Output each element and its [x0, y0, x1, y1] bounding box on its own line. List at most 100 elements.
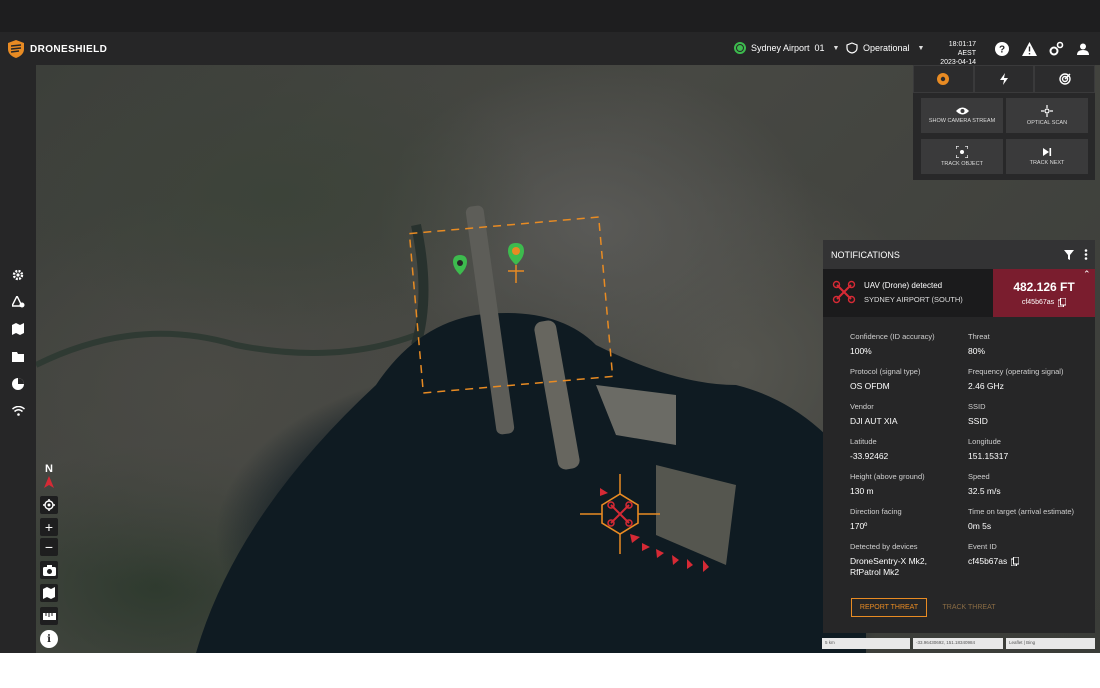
zoom-in-icon[interactable]: + [40, 518, 58, 536]
field-value: OS OFDM [850, 381, 890, 391]
field-vendor: Vendor DJI AUT XIA [850, 402, 898, 427]
brand-name: DRONESHIELD [30, 43, 108, 55]
track-next-button[interactable]: Track Next [1006, 139, 1088, 174]
copy-icon[interactable] [1011, 557, 1020, 566]
alert-id: cf45b67as [1021, 297, 1067, 307]
field-value: cf45b67as [968, 556, 1008, 566]
field-value: 100% [850, 346, 872, 356]
app-header: DRONESHIELD Sydney Airport 01 ▼ Operatio… [0, 32, 1100, 67]
notifications-panel: NOTIFICATIONS UAV (Drone) detected SYDNE… [823, 240, 1095, 633]
site-number: 01 [814, 43, 825, 53]
field-event-id: Event ID cf45b67as [968, 542, 1020, 567]
field-value: 151.15317 [968, 451, 1009, 461]
mode-selector[interactable]: Operational ▼ [846, 42, 924, 54]
chevron-down-icon: ▼ [832, 44, 840, 52]
field-confidence: Confidence (ID accuracy) 100% [850, 332, 935, 357]
altitude-badge: 482.126 FT cf45b67as [993, 269, 1095, 317]
field-ssid: SSID SSID [968, 402, 988, 427]
aperture-icon [937, 73, 950, 85]
track-object-label: Track Object [941, 161, 983, 167]
settings-icon[interactable] [1048, 41, 1064, 57]
field-value: 32.5 m/s [968, 486, 1001, 496]
field-value: DroneSentry-X Mk2, RfPatrol Mk2 [850, 556, 927, 577]
collapse-chevron-icon[interactable]: ⌃ [1083, 269, 1091, 280]
brand-logo[interactable]: DRONESHIELD [8, 40, 107, 58]
site-name: Sydney Airport [751, 43, 810, 53]
camera-icon[interactable] [40, 561, 58, 579]
alert-id-text: cf45b67as [1021, 298, 1055, 306]
notifications-header: NOTIFICATIONS [823, 240, 1095, 269]
field-longitude: Longitude 151.15317 [968, 437, 1008, 462]
radar-icon [1058, 73, 1071, 85]
field-label: Frequency (operating signal) [968, 367, 1064, 376]
map-icon[interactable] [10, 321, 26, 337]
alert-title: UAV (Drone) detected [864, 281, 943, 290]
notifications-title: NOTIFICATIONS [831, 249, 900, 260]
clock: 18:01:17 AEST 2023-04-14 [930, 40, 976, 67]
report-threat-button[interactable]: REPORT THREAT [851, 598, 927, 617]
user-icon[interactable] [1075, 41, 1091, 57]
map-attribution[interactable]: Leaflet | Bing [1006, 638, 1095, 649]
field-label: Event ID [968, 542, 997, 551]
bolt-tab[interactable] [973, 65, 1035, 93]
show-camera-stream-button[interactable]: Show Camera Stream [921, 98, 1003, 133]
window-top-strip [0, 0, 1100, 32]
help-icon[interactable]: ? [994, 41, 1010, 57]
scan-icon [1041, 105, 1053, 117]
radar-tab[interactable] [1034, 65, 1096, 93]
field-value: 2.46 GHz [968, 381, 1004, 391]
show-camera-stream-label: Show Camera Stream [928, 118, 996, 124]
site-selector[interactable]: Sydney Airport 01 ▼ [734, 42, 839, 54]
north-arrow-icon [44, 476, 54, 488]
warning-icon[interactable] [1021, 41, 1037, 57]
ruler-icon[interactable] [40, 607, 58, 625]
field-label: Detected by devices [850, 542, 918, 551]
info-icon[interactable]: i [40, 630, 58, 648]
field-speed: Speed 32.5 m/s [968, 472, 1001, 497]
alert-location: SYDNEY AIRPORT (SOUTH) [864, 295, 963, 304]
field-label: Confidence (ID accuracy) [850, 332, 935, 341]
shield-outline-icon [846, 42, 858, 54]
threat-alert[interactable]: UAV (Drone) detected SYDNEY AIRPORT (SOU… [823, 269, 1095, 317]
alert-altitude: 482.126 FT [1013, 279, 1075, 294]
optical-scan-button[interactable]: Optical Scan [1006, 98, 1088, 133]
folder-icon[interactable] [10, 348, 26, 364]
map-layers-icon[interactable] [10, 294, 26, 310]
shield-logo-icon [8, 40, 24, 58]
gear-icon[interactable] [10, 267, 26, 283]
filter-icon[interactable] [1064, 250, 1074, 260]
target-icon [956, 146, 968, 158]
field-frequency: Frequency (operating signal) 2.46 GHz [968, 367, 1063, 392]
more-menu-icon[interactable] [1084, 249, 1088, 260]
camera-tab[interactable] [913, 65, 974, 93]
field-label: Longitude [968, 437, 1001, 446]
map-icon[interactable] [40, 584, 58, 602]
field-value: 80% [968, 346, 986, 356]
svg-text:?: ? [999, 45, 1005, 56]
track-object-button[interactable]: Track Object [921, 139, 1003, 174]
field-value: 130 m [850, 486, 874, 496]
field-label: SSID [968, 402, 986, 411]
bolt-icon [1000, 73, 1008, 85]
field-label: Direction facing [850, 507, 902, 516]
chart-icon[interactable] [10, 376, 26, 392]
field-detected-by: Detected by devices DroneSentry-X Mk2, Rf… [850, 542, 950, 578]
track-threat-button[interactable]: TRACK THREAT [939, 598, 999, 617]
left-sidebar [0, 65, 36, 653]
site-status-icon [734, 42, 746, 54]
skip-icon [1043, 148, 1052, 156]
field-latitude: Latitude -33.92462 [850, 437, 888, 462]
field-value: 0m 5s [968, 521, 992, 531]
field-label: Vendor [850, 402, 874, 411]
copy-icon[interactable] [1058, 297, 1067, 307]
chevron-down-icon: ▼ [917, 44, 925, 52]
field-label: Speed [968, 472, 990, 481]
zoom-out-icon[interactable]: − [40, 538, 58, 556]
locate-icon[interactable] [40, 496, 58, 514]
field-threat: Threat 80% [968, 332, 990, 357]
field-value: -33.92462 [850, 451, 889, 461]
field-label: Threat [968, 332, 990, 341]
window-bottom-margin [0, 653, 1100, 688]
mode-label: Operational [863, 43, 910, 53]
wifi-icon[interactable] [10, 403, 26, 419]
